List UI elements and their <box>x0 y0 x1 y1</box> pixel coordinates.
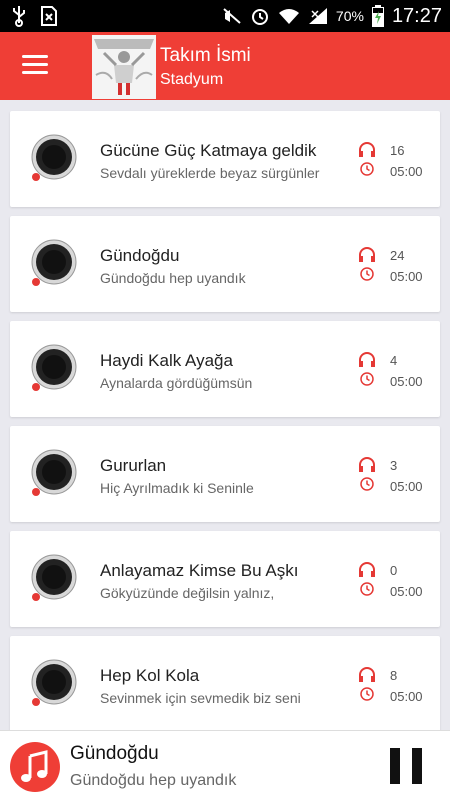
song-duration: 05:00 <box>390 479 423 494</box>
signal-icon <box>308 8 327 24</box>
battery-percent: 70% <box>335 8 364 24</box>
listen-count: 3 <box>390 458 398 473</box>
song-duration: 05:00 <box>390 269 423 284</box>
clock-icon <box>360 687 374 701</box>
song-lyric: Sevdalı yüreklerde beyaz sürgünler <box>100 165 320 181</box>
list-item[interactable]: Haydi Kalk Ayağa Aynalarda gördüğümsün 4… <box>10 321 440 417</box>
song-duration: 05:00 <box>390 584 423 599</box>
speaker-icon <box>31 659 77 706</box>
list-item[interactable]: Gururlan Hiç Ayrılmadık ki Seninle 3 05:… <box>10 426 440 522</box>
list-item[interactable]: Gücüne Güç Katmaya geldik Sevdalı yürekl… <box>10 111 440 207</box>
list-item[interactable]: Anlayamaz Kimse Bu Aşkı Gökyüzünde değil… <box>10 531 440 627</box>
mute-icon <box>223 8 241 24</box>
listen-count: 0 <box>390 563 398 578</box>
listen-count: 24 <box>390 248 405 263</box>
list-item[interactable]: Gündoğdu Gündoğdu hep uyandık 24 05:00 <box>10 216 440 312</box>
speaker-icon <box>31 344 77 391</box>
alarm-icon <box>251 9 268 25</box>
app-subtitle: Stadyum <box>160 71 224 88</box>
song-lyric: Sevinmek için sevmedik biz seni <box>100 690 301 706</box>
headphones-icon <box>359 142 375 157</box>
speaker-icon <box>31 239 77 286</box>
speaker-icon <box>31 449 77 496</box>
clock-icon <box>360 162 374 176</box>
song-title: Haydi Kalk Ayağa <box>100 351 233 370</box>
pause-icon[interactable] <box>388 748 424 784</box>
listen-count: 16 <box>390 143 405 158</box>
status-icons-left <box>12 5 58 27</box>
sim-icon <box>41 6 57 26</box>
status-icons-right: 70% 17:27 <box>222 0 442 32</box>
listen-count: 4 <box>390 353 398 368</box>
headphones-icon <box>359 667 375 682</box>
speaker-icon <box>31 134 77 181</box>
speaker-icon <box>31 554 77 601</box>
headphones-icon <box>359 247 375 262</box>
battery-charging-icon <box>371 5 384 27</box>
clock-icon <box>360 582 374 596</box>
clock: 17:27 <box>391 4 442 27</box>
team-logo <box>92 35 156 99</box>
song-duration: 05:00 <box>390 374 423 389</box>
clock-icon <box>360 267 374 281</box>
status-bar: 70% 17:27 <box>0 0 450 32</box>
menu-icon[interactable] <box>22 55 48 75</box>
song-duration: 05:00 <box>390 164 423 179</box>
wifi-icon <box>278 9 299 24</box>
headphones-icon <box>359 457 375 472</box>
headphones-icon <box>359 562 375 577</box>
song-title: Gücüne Güç Katmaya geldik <box>100 141 317 160</box>
song-title: Gururlan <box>100 456 167 475</box>
headphones-icon <box>359 352 375 367</box>
song-duration: 05:00 <box>390 689 423 704</box>
now-playing-title: Gündoğdu <box>70 743 159 764</box>
usb-icon <box>13 6 25 27</box>
app-title: Takım İsmi <box>160 45 251 66</box>
clock-icon <box>360 372 374 386</box>
now-playing-bar[interactable]: Gündoğdu Gündoğdu hep uyandık <box>0 730 450 800</box>
song-title: Hep Kol Kola <box>100 666 200 685</box>
now-playing-subtitle: Gündoğdu hep uyandık <box>70 772 237 789</box>
song-lyric: Gündoğdu hep uyandık <box>100 270 246 286</box>
song-lyric: Hiç Ayrılmadık ki Seninle <box>100 480 254 496</box>
song-title: Anlayamaz Kimse Bu Aşkı <box>100 561 299 580</box>
clock-icon <box>360 477 374 491</box>
song-lyric: Aynalarda gördüğümsün <box>100 375 253 391</box>
song-lyric: Gökyüzünde değilsin yalnız, <box>100 585 275 601</box>
song-title: Gündoğdu <box>100 246 180 265</box>
listen-count: 8 <box>390 668 398 683</box>
music-note-icon <box>10 742 60 792</box>
list-item[interactable]: Hep Kol Kola Sevinmek için sevmedik biz … <box>10 636 440 732</box>
